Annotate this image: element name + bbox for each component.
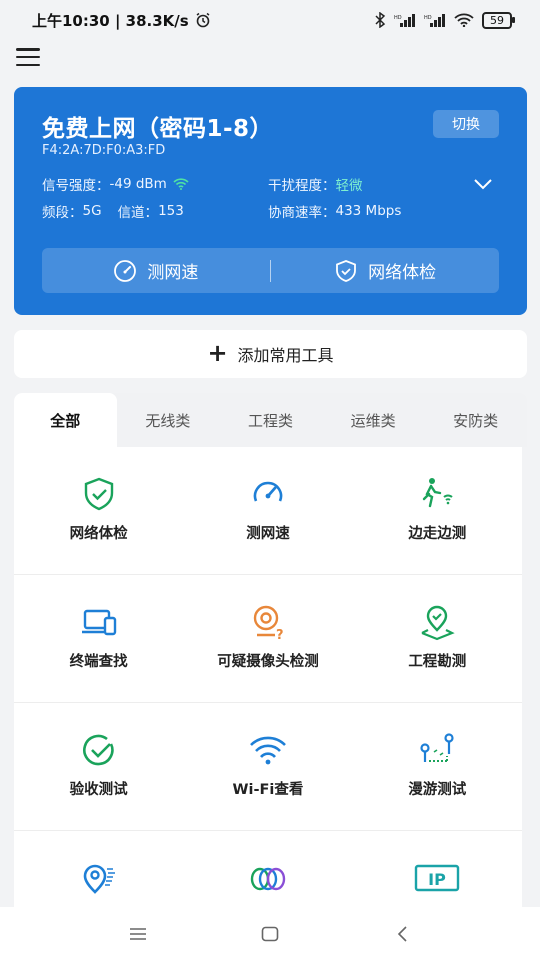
wifi-info-card: 免费上网（密码1-8） F4:2A:7D:F0:A3:FD 切换 信号强度： -4… [14, 87, 527, 315]
home-icon [261, 926, 279, 941]
switch-button[interactable]: 切换 [433, 110, 499, 138]
tool-roaming-test[interactable]: 漫游测试 [353, 703, 522, 830]
tool-speed-test[interactable]: 测网速 [183, 447, 352, 574]
tool-row: 验收测试 Wi-Fi查看 漫游测试 [14, 703, 522, 831]
tab-engineering[interactable]: 工程类 [219, 393, 322, 447]
negotiated-rate: 协商速率： 433 Mbps [268, 201, 401, 221]
svg-text:HD: HD [424, 15, 432, 21]
interference-label: 干扰程度： [268, 178, 336, 194]
tool-walk-test[interactable]: 边走边测 [353, 447, 522, 574]
rate-value: 433 Mbps [335, 203, 402, 219]
bluetooth-icon [375, 12, 386, 28]
tool-rings[interactable] [183, 831, 352, 909]
walking-wifi-icon [423, 478, 453, 508]
tab-operations[interactable]: 运维类 [322, 393, 425, 447]
add-common-tools-button[interactable]: + 添加常用工具 [14, 330, 527, 378]
card-action-bar: 测网速 网络体检 [42, 248, 499, 293]
tool-label: 漫游测试 [408, 782, 467, 798]
menu-line [16, 48, 40, 51]
add-common-tools-label: 添加常用工具 [237, 346, 334, 365]
tool-network-check[interactable]: 网络体检 [14, 447, 183, 574]
roaming-icon [420, 733, 454, 762]
ip-icon: IP [415, 864, 460, 892]
tool-grid: 网络体检 测网速 边走边测 终端查找 ? 可疑摄像头检测 工程勘测 验收测试 W… [14, 447, 522, 909]
tool-terminal-finder[interactable]: 终端查找 [14, 575, 183, 702]
status-time-speed: 上午10:30 | 38.3K/s [32, 11, 189, 30]
tool-pin-signal[interactable] [14, 831, 183, 909]
status-left: 上午10:30 | 38.3K/s [32, 10, 211, 31]
tool-label: 测网速 [246, 526, 290, 542]
network-check-button[interactable]: 网络体检 [271, 248, 499, 293]
channel-value: 153 [158, 203, 184, 219]
tool-label: 工程勘测 [408, 654, 467, 670]
rate-label: 协商速率： [268, 205, 336, 221]
band-channel: 频段： 5G 信道： 153 [42, 201, 184, 221]
check-circle-icon [82, 734, 114, 766]
tool-ip[interactable]: IP [353, 831, 522, 909]
tool-label: 网络体检 [69, 526, 128, 542]
location-pin-icon [421, 605, 455, 641]
tab-wireless[interactable]: 无线类 [117, 393, 220, 447]
signal-label: 信号强度： [42, 178, 110, 194]
speed-test-label: 测网速 [147, 263, 199, 283]
interference-value: 轻微 [335, 178, 363, 194]
interference-level: 干扰程度： 轻微 [268, 174, 363, 194]
status-bar: 上午10:30 | 38.3K/s HD HD 59 [0, 0, 540, 40]
menu-line [16, 55, 40, 59]
rings-icon [250, 867, 286, 891]
network-check-label: 网络体检 [368, 263, 437, 283]
tool-wifi-view[interactable]: Wi-Fi查看 [183, 703, 352, 830]
tool-row: IP [14, 831, 522, 909]
back-icon [397, 925, 407, 942]
signal-value: -49 dBm [109, 176, 167, 192]
category-tabs: 全部 无线类 工程类 运维类 安防类 [14, 393, 527, 447]
tab-security[interactable]: 安防类 [424, 393, 527, 447]
nav-back-button[interactable] [384, 916, 420, 952]
speedometer-icon [114, 259, 137, 282]
tool-label: 可疑摄像头检测 [217, 654, 319, 670]
tool-label: 边走边测 [408, 526, 467, 542]
wifi-signal-icon [173, 178, 189, 190]
signal-strength: 信号强度： -49 dBm [42, 174, 189, 194]
camera-question-icon: ? [253, 605, 284, 641]
svg-text:?: ? [276, 628, 284, 641]
wifi-status-icon [454, 13, 474, 27]
svg-text:IP: IP [428, 870, 446, 889]
svg-text:HD: HD [394, 15, 402, 21]
devices-icon [81, 609, 116, 636]
band-label: 频段： [42, 205, 83, 221]
wifi-ssid: 免费上网（密码1-8） [42, 116, 274, 142]
menu-button[interactable] [16, 46, 40, 68]
tool-label: Wi-Fi查看 [232, 782, 304, 798]
speedometer-icon [253, 481, 283, 502]
tab-all[interactable]: 全部 [14, 393, 117, 447]
alarm-icon [196, 12, 210, 28]
speed-test-button[interactable]: 测网速 [42, 248, 270, 293]
tool-site-survey[interactable]: 工程勘测 [353, 575, 522, 702]
band-value: 5G [82, 203, 102, 219]
shield-check-icon [336, 259, 357, 282]
wifi-mac-address: F4:2A:7D:F0:A3:FD [42, 143, 166, 158]
menu-line [16, 63, 40, 66]
tool-acceptance-test[interactable]: 验收测试 [14, 703, 183, 830]
menu-icon [130, 927, 146, 940]
tool-label: 终端查找 [69, 654, 128, 670]
signal-1-icon: HD [394, 14, 415, 27]
chevron-down-icon[interactable] [473, 177, 493, 191]
shield-check-icon [84, 477, 113, 511]
status-right: HD HD 59 [374, 11, 515, 29]
tool-row: 网络体检 测网速 边走边测 [14, 447, 522, 575]
battery-indicator: 59 [482, 11, 515, 29]
channel-label: 信道： [117, 205, 159, 221]
tool-label: 验收测试 [69, 782, 128, 798]
wifi-icon [250, 736, 286, 765]
signal-2-icon: HD [424, 14, 445, 27]
tool-row: 终端查找 ? 可疑摄像头检测 工程勘测 [14, 575, 522, 703]
tool-camera-detect[interactable]: ? 可疑摄像头检测 [183, 575, 352, 702]
nav-home-button[interactable] [252, 916, 288, 952]
plus-icon: + [207, 338, 228, 367]
system-nav-bar [0, 907, 540, 960]
pin-signal-icon [83, 864, 115, 894]
nav-menu-button[interactable] [120, 916, 156, 952]
